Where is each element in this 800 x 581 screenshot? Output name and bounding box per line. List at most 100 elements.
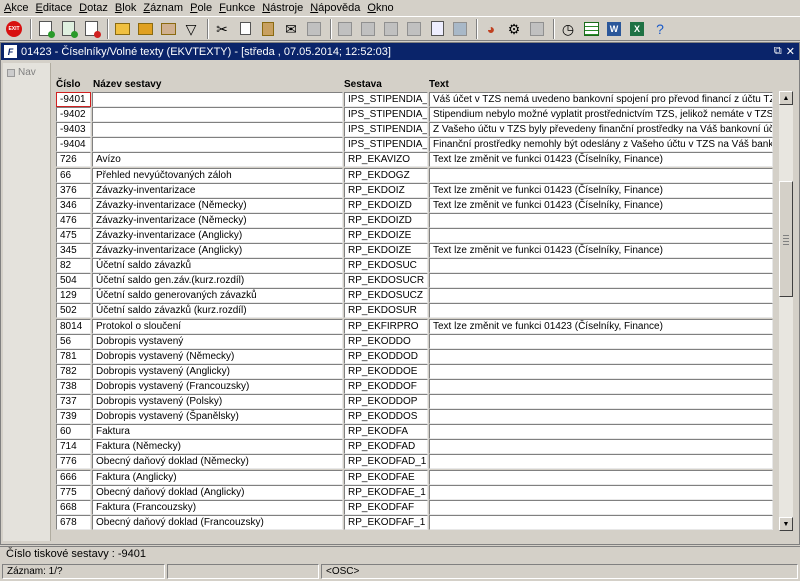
table-row[interactable]: 776 Obecný daňový doklad (Německy) RP_EKOD…: [56, 454, 773, 470]
cell-nazev[interactable]: Účetní saldo závazků (kurz.rozdíl): [92, 303, 343, 319]
cell-sestava[interactable]: RP_EKFIRPRO: [344, 318, 428, 334]
table-row[interactable]: 60 Faktura RP_EKODFA: [56, 424, 773, 440]
cell-text[interactable]: [429, 439, 773, 455]
cell-text[interactable]: [429, 484, 773, 500]
menu-item-nápověda[interactable]: Nápověda: [310, 0, 360, 16]
cell-sestava[interactable]: RP_EKODDO: [344, 333, 428, 349]
cell-cislo[interactable]: -9401: [56, 92, 91, 107]
table-row[interactable]: 475 Závazky-inventarizace (Anglicky) RP_EK…: [56, 227, 773, 243]
table-row[interactable]: 714 Faktura (Německy) RP_EKODFAD: [56, 439, 773, 455]
cell-sestava[interactable]: RP_EKODFAF: [344, 499, 428, 515]
table-row[interactable]: 782 Dobropis vystavený (Anglicky) RP_EKODD…: [56, 363, 773, 379]
cell-text[interactable]: [429, 227, 773, 243]
cell-cislo[interactable]: 775: [56, 484, 91, 500]
cell-sestava[interactable]: IPS_STIPENDIA_MAIL: [344, 137, 428, 153]
cell-text[interactable]: Váš účet v TZS nemá uvedeno bankovní spo…: [429, 92, 773, 107]
filter-button[interactable]: ▽: [181, 19, 201, 39]
cell-cislo[interactable]: 60: [56, 424, 91, 440]
cell-sestava[interactable]: RP_EKODFAE: [344, 469, 428, 485]
cell-cislo[interactable]: 56: [56, 333, 91, 349]
cell-nazev[interactable]: Přehled nevyúčtovaných záloh: [92, 167, 343, 183]
cell-sestava[interactable]: RP_EKODFA: [344, 424, 428, 440]
cell-text[interactable]: [429, 454, 773, 470]
pie-chart-button[interactable]: ◕: [481, 19, 501, 39]
cell-cislo[interactable]: 476: [56, 212, 91, 228]
cell-cislo[interactable]: 668: [56, 499, 91, 515]
cell-nazev[interactable]: Dobropis vystavený (Polsky): [92, 394, 343, 409]
table-row[interactable]: 129 Účetní saldo generovaných závazků RP_E…: [56, 288, 773, 304]
cell-sestava[interactable]: RP_EKDOSUCR: [344, 273, 428, 289]
cell-text[interactable]: Text lze změnit ve funkci 01423 (Číselní…: [429, 152, 773, 168]
menu-item-záznam[interactable]: Záznam: [143, 0, 183, 16]
cell-cislo[interactable]: 376: [56, 182, 91, 198]
excel-button[interactable]: X: [627, 19, 647, 39]
scroll-thumb[interactable]: [779, 181, 793, 297]
cell-sestava[interactable]: RP_EKDOSUC: [344, 258, 428, 274]
cell-nazev[interactable]: Účetní saldo gen.záv.(kurz.rozdíl): [92, 273, 343, 289]
paste-button[interactable]: [258, 19, 278, 39]
cell-sestava[interactable]: IPS_STIPENDIA_MAIL: [344, 122, 428, 138]
cell-text[interactable]: [429, 273, 773, 289]
grid-button[interactable]: [581, 19, 601, 39]
cell-cislo[interactable]: 129: [56, 288, 91, 304]
cell-cislo[interactable]: 782: [56, 363, 91, 379]
cell-nazev[interactable]: Dobropis vystavený (Španělsky): [92, 409, 343, 425]
cell-text[interactable]: Finanční prostředky nemohly být odeslány…: [429, 137, 773, 153]
calculator-button[interactable]: [450, 19, 470, 39]
cell-nazev[interactable]: Účetní saldo generovaných závazků: [92, 288, 343, 304]
cell-cislo[interactable]: 666: [56, 469, 91, 485]
execute-query-button[interactable]: [135, 19, 155, 39]
cell-text[interactable]: [429, 514, 773, 530]
table-row[interactable]: 376 Závazky-inventarizace RP_EKDOIZ Text lz…: [56, 182, 773, 198]
table-row[interactable]: 8014 Protokol o sloučení RP_EKFIRPRO Text l…: [56, 318, 773, 334]
cell-text[interactable]: [429, 424, 773, 440]
save-record-button[interactable]: [58, 19, 78, 39]
cell-text[interactable]: Stipendium nebylo možné vyplatit prostře…: [429, 107, 773, 123]
exit-button[interactable]: EXIT: [4, 19, 24, 39]
cell-nazev[interactable]: Avízo: [92, 152, 343, 168]
cell-nazev[interactable]: Faktura: [92, 424, 343, 440]
cell-cislo[interactable]: 8014: [56, 318, 91, 334]
table-row[interactable]: 502 Účetní saldo závazků (kurz.rozdíl) RP_…: [56, 303, 773, 319]
cell-nazev[interactable]: Dobropis vystavený (Německy): [92, 348, 343, 364]
scroll-up-button[interactable]: ▲: [779, 91, 793, 105]
cell-sestava[interactable]: RP_EKDOGZ: [344, 167, 428, 183]
table-row[interactable]: 678 Obecný daňový doklad (Francouzsky) RP_…: [56, 514, 773, 530]
help-button[interactable]: ?: [650, 19, 670, 39]
cell-nazev[interactable]: Závazky-inventarizace (Anglicky): [92, 243, 343, 258]
cell-text[interactable]: [429, 499, 773, 515]
cut-button[interactable]: ✂: [212, 19, 232, 39]
cell-sestava[interactable]: RP_EKDOIZD: [344, 197, 428, 213]
cell-text[interactable]: [429, 469, 773, 485]
cell-sestava[interactable]: RP_EKODDOE: [344, 363, 428, 379]
table-row[interactable]: -9402 IPS_STIPENDIA_MAILStipendium nebylo…: [56, 107, 773, 123]
gear-button[interactable]: ⚙: [504, 19, 524, 39]
menu-item-editace[interactable]: Editace: [35, 0, 72, 16]
cell-cislo[interactable]: 714: [56, 439, 91, 455]
cell-text[interactable]: Z Vašeho účtu v TZS byly převedeny finan…: [429, 122, 773, 138]
cell-sestava[interactable]: RP_EKODFAE_1: [344, 484, 428, 500]
table-row[interactable]: -9401 IPS_STIPENDIA_MAILVáš účet v TZS ne…: [56, 92, 773, 107]
cell-nazev[interactable]: Obecný daňový doklad (Německy): [92, 454, 343, 470]
table-row[interactable]: 726 Avízo RP_EKAVIZO Text lze změnit ve fun…: [56, 152, 773, 168]
menu-item-pole[interactable]: Pole: [190, 0, 212, 16]
cell-cislo[interactable]: -9402: [56, 107, 91, 123]
cell-cislo[interactable]: 66: [56, 167, 91, 183]
cell-nazev[interactable]: Závazky-inventarizace (Německy): [92, 212, 343, 228]
cell-sestava[interactable]: RP_EKDOIZ: [344, 182, 428, 198]
menu-item-nástroje[interactable]: Nástroje: [262, 0, 303, 16]
menu-item-blok[interactable]: Blok: [115, 0, 136, 16]
cell-cislo[interactable]: 739: [56, 409, 91, 425]
cell-sestava[interactable]: RP_EKAVIZO: [344, 152, 428, 168]
table-row[interactable]: -9404 IPS_STIPENDIA_MAILFinanční prostřed…: [56, 137, 773, 153]
cell-nazev[interactable]: Dobropis vystavený (Francouzsky): [92, 378, 343, 394]
cell-cislo[interactable]: 346: [56, 197, 91, 213]
cell-sestava[interactable]: IPS_STIPENDIA_MAIL: [344, 92, 428, 107]
table-row[interactable]: 66 Přehled nevyúčtovaných záloh RP_EKDOGZ: [56, 167, 773, 183]
cell-cislo[interactable]: -9403: [56, 122, 91, 138]
new-record-button[interactable]: [35, 19, 55, 39]
vertical-scrollbar[interactable]: ▲ ▼: [779, 91, 793, 531]
cell-text[interactable]: [429, 258, 773, 274]
cell-cislo[interactable]: 678: [56, 514, 91, 530]
cell-sestava[interactable]: RP_EKODDOF: [344, 378, 428, 394]
